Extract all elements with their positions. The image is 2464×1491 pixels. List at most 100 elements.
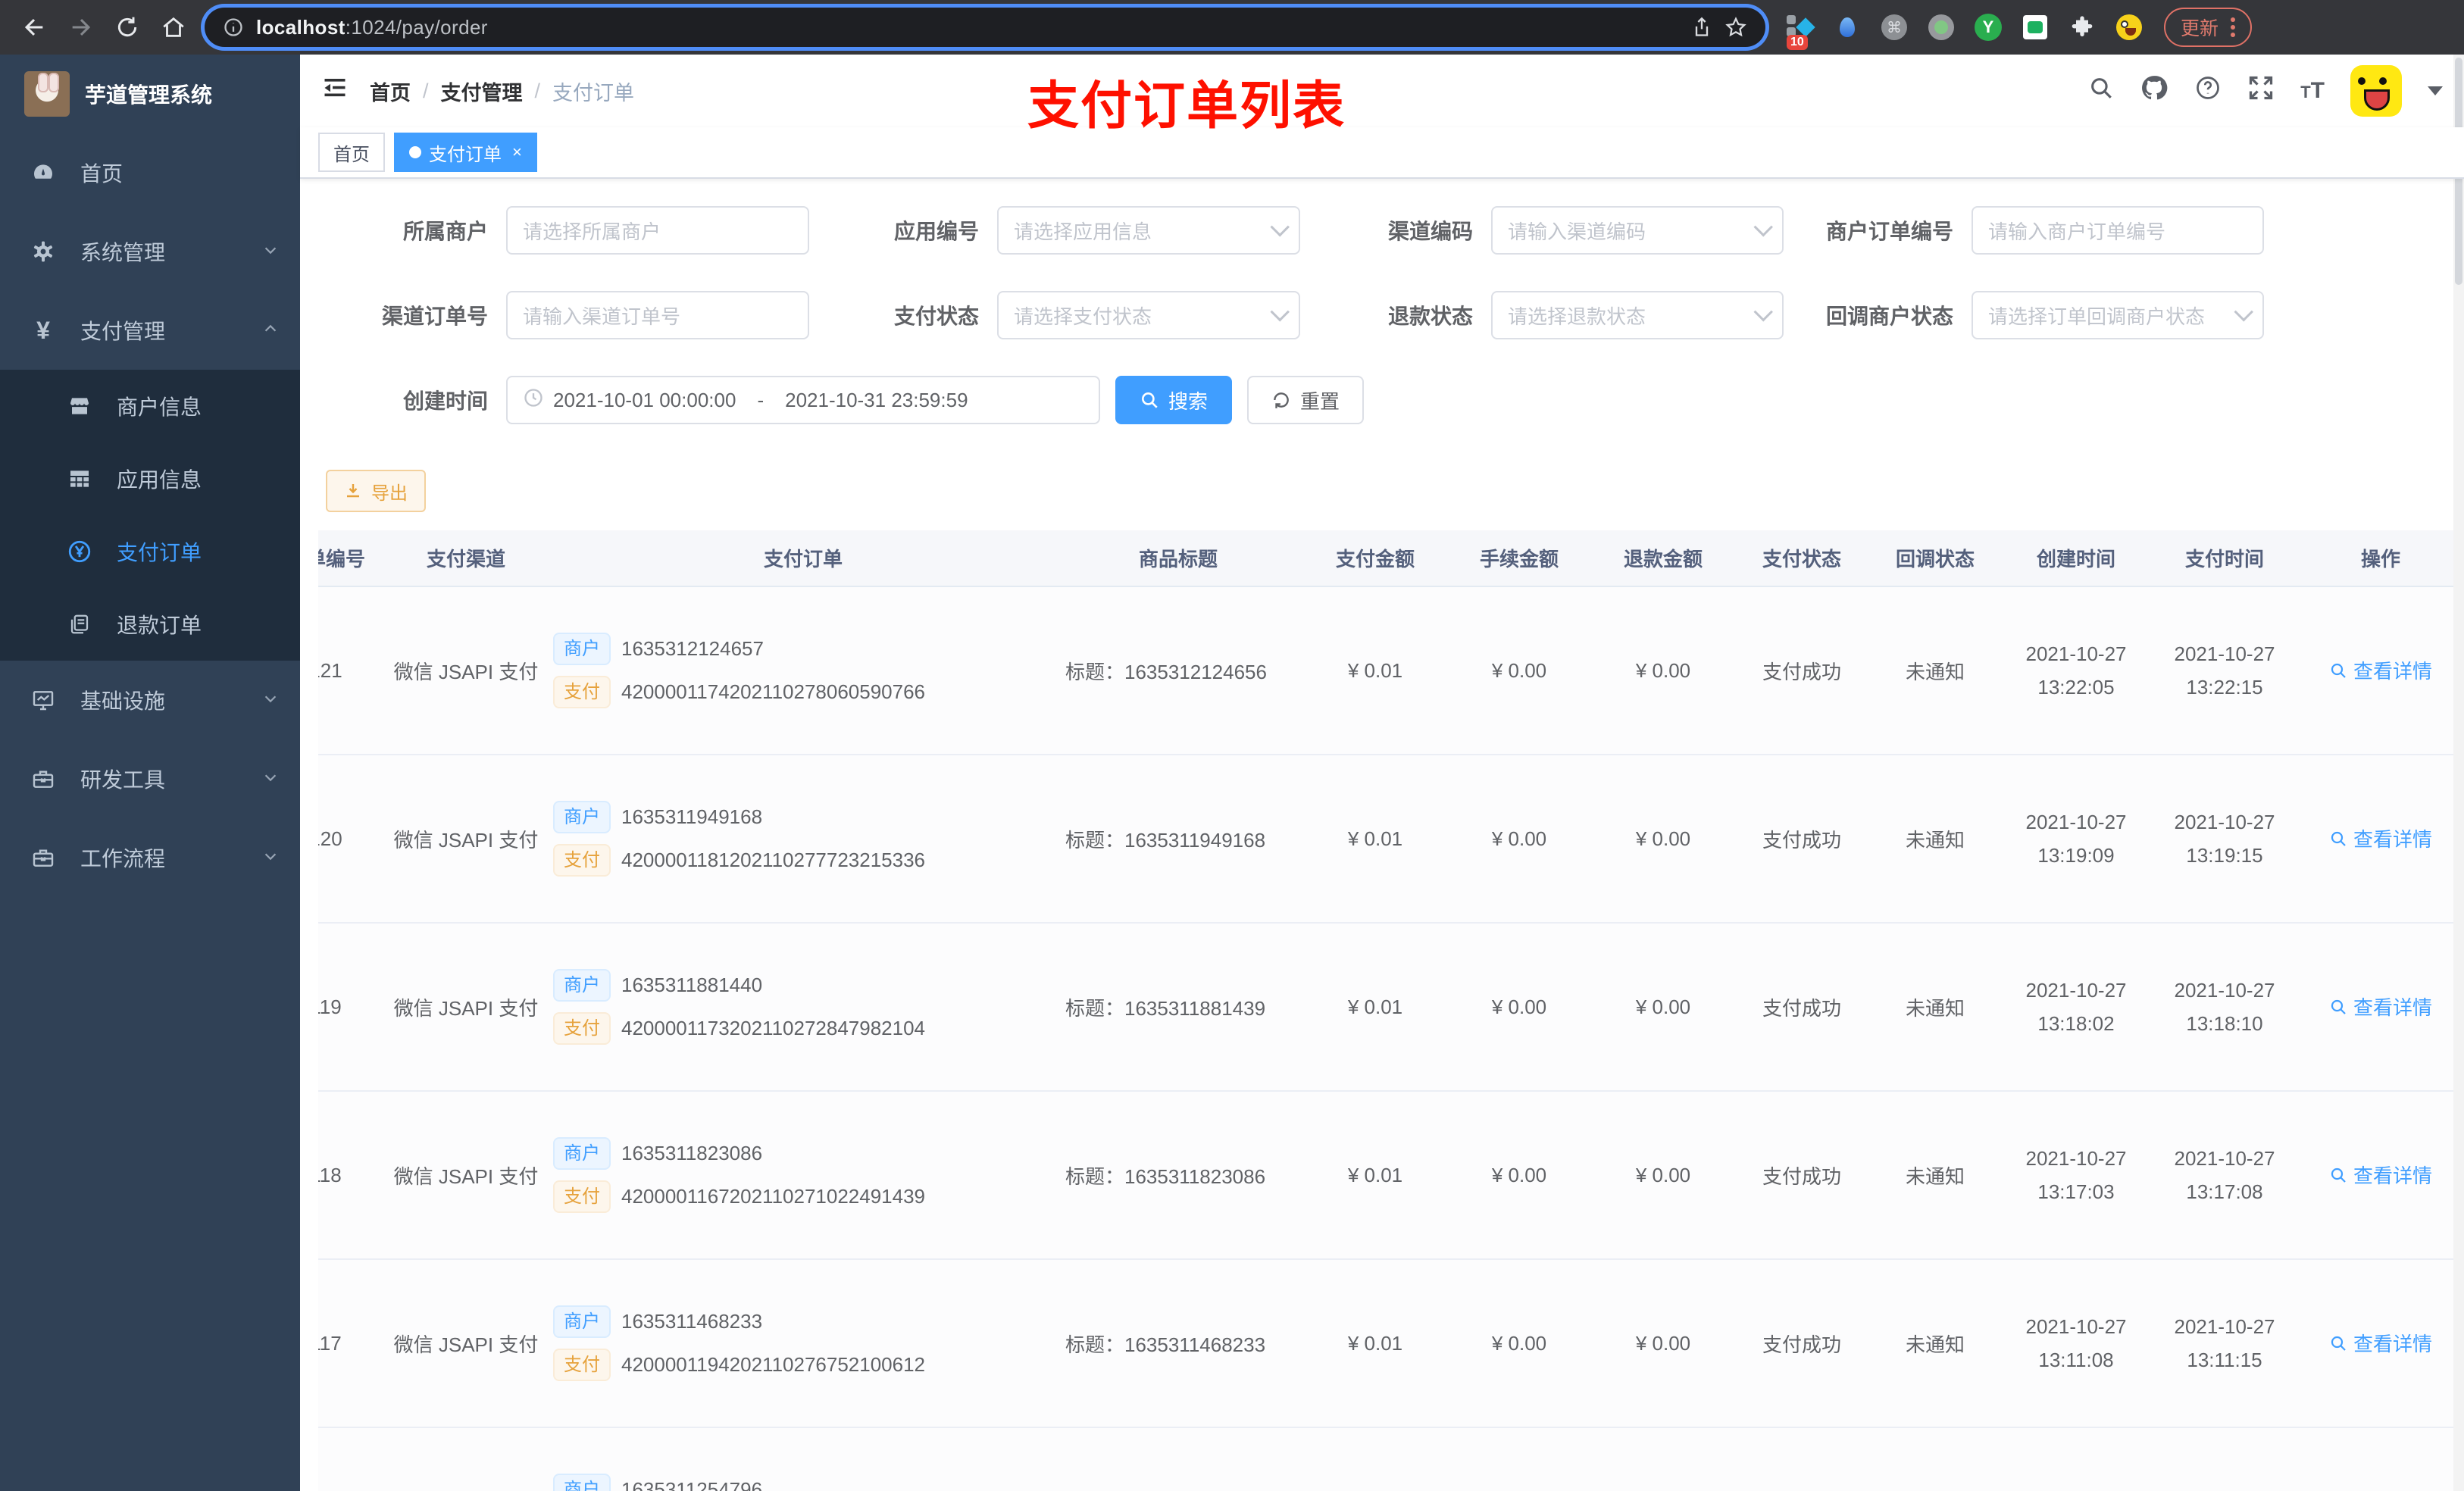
- font-size-icon[interactable]: TT: [2300, 78, 2325, 104]
- cell-channel: 微信 JSAPI 支付: [379, 1259, 553, 1428]
- date-end[interactable]: 2021-10-31 23:59:59: [785, 389, 968, 412]
- merchant-order-no-input[interactable]: 请输入商户订单编号: [1972, 206, 2264, 255]
- filter-label-app: 应用编号: [893, 220, 979, 243]
- view-detail-link[interactable]: 查看详情: [2329, 824, 2432, 852]
- page-scrollbar[interactable]: [2453, 55, 2464, 1491]
- browser-home-button[interactable]: [161, 14, 186, 40]
- sidebar-item-devtools[interactable]: 研发工具: [0, 739, 300, 818]
- extensions-puzzle-icon[interactable]: [2068, 14, 2096, 41]
- cell-amount: ¥ 0.01: [1303, 1259, 1447, 1428]
- browser-menu-icon[interactable]: [2231, 17, 2236, 37]
- extension-chat-icon[interactable]: [2022, 14, 2049, 41]
- cell-actions: 查看详情: [2299, 755, 2462, 924]
- breadcrumb-pay[interactable]: 支付管理: [441, 77, 523, 106]
- sidebar-item-merchant-info[interactable]: 商户信息: [0, 370, 300, 442]
- user-avatar[interactable]: [2350, 65, 2402, 117]
- logo-image: [24, 71, 70, 117]
- sidebar-item-pay-order[interactable]: 支付订单: [0, 515, 300, 588]
- cell-pay-status: 支付成功: [1735, 586, 1868, 755]
- cell-title: 标题：1635311881439: [1053, 923, 1303, 1092]
- col-pay-time: 支付时间: [2150, 530, 2299, 586]
- app-select[interactable]: 请选择应用信息: [997, 206, 1300, 255]
- app-logo[interactable]: 芋道管理系统: [0, 55, 300, 133]
- chevron-down-icon: [1270, 302, 1290, 322]
- channel-order-no-input[interactable]: 请输入渠道订单号: [506, 291, 809, 339]
- tag-close-icon[interactable]: ×: [512, 142, 522, 162]
- cell-refund: ¥ 0.00: [1591, 923, 1735, 1092]
- grid-table-icon: [67, 466, 92, 492]
- annotation-title: 支付订单列表: [1027, 77, 1346, 135]
- toolbox-icon: [30, 766, 56, 792]
- create-time-range-picker[interactable]: 2021-10-01 00:00:00 - 2021-10-31 23:59:5…: [506, 376, 1100, 424]
- cell-pay-time: 2021-10-27 13:22:15: [2150, 586, 2299, 755]
- chevron-down-icon: [262, 846, 279, 870]
- url-text: localhost:1024/pay/order: [256, 15, 488, 39]
- view-detail-link[interactable]: 查看详情: [2329, 992, 2432, 1021]
- cell-pay-order: 商户 1635311949168 支付 4200001181202110277723…: [553, 755, 1053, 924]
- fullscreen-icon[interactable]: [2247, 74, 2275, 108]
- col-channel: 支付渠道: [379, 530, 553, 586]
- col-pay-order: 支付订单: [553, 530, 1053, 586]
- browser-back-button[interactable]: [21, 14, 47, 40]
- sidebar-item-infra[interactable]: 基础设施: [0, 661, 300, 739]
- profile-avatar-icon[interactable]: [2115, 14, 2143, 41]
- merchant-tag: 商户: [553, 1473, 611, 1491]
- extension-tabs-icon[interactable]: 10: [1787, 14, 1815, 50]
- help-icon[interactable]: [2194, 74, 2222, 108]
- sidebar-item-app-info[interactable]: 应用信息: [0, 442, 300, 515]
- dashboard-icon: [30, 160, 56, 186]
- view-detail-link[interactable]: 查看详情: [2329, 1161, 2432, 1189]
- pay-tag: 支付: [553, 844, 611, 877]
- reset-button[interactable]: 重置: [1247, 376, 1365, 424]
- refund-status-select[interactable]: 请选择退款状态: [1491, 291, 1784, 339]
- browser-update-button[interactable]: 更新: [2164, 8, 2253, 47]
- header-search-icon[interactable]: [2088, 75, 2114, 107]
- github-icon[interactable]: [2140, 73, 2169, 108]
- cell-notify-status: 未通知: [1868, 755, 2002, 924]
- cell-pay-time: 2021-10-27 13:18:10: [2150, 923, 2299, 1092]
- view-detail-link[interactable]: 查看详情: [2329, 656, 2432, 684]
- filter-label-create-time: 创建时间: [402, 389, 488, 413]
- sidebar-item-system[interactable]: 系统管理: [0, 212, 300, 291]
- sidebar-item-pay[interactable]: ¥ 支付管理: [0, 291, 300, 370]
- extension-record-icon[interactable]: [1928, 14, 1955, 41]
- merchant-select[interactable]: 请选择所属商户: [506, 206, 809, 255]
- search-button[interactable]: 搜索: [1115, 376, 1233, 424]
- cell-create-time: [2002, 1427, 2150, 1491]
- export-button[interactable]: 导出: [326, 470, 426, 512]
- cell-pay-order: 商户 1635311823086 支付 4200001167202110271022…: [553, 1091, 1053, 1260]
- pay-status-select[interactable]: 请选择支付状态: [997, 291, 1300, 339]
- cell-order-id: 116: [318, 1427, 379, 1491]
- table-row: 118 微信 JSAPI 支付 商户1635311823086 支付420000…: [318, 1091, 2462, 1260]
- cell-amount: ¥ 0.01: [1303, 755, 1447, 924]
- filter-label-refund-status: 退款状态: [1387, 305, 1473, 328]
- view-detail-link[interactable]: 查看详情: [2329, 1329, 2432, 1357]
- user-menu-caret-icon[interactable]: [2428, 86, 2443, 95]
- browser-forward-button[interactable]: [68, 14, 94, 40]
- sidebar-item-refund-order[interactable]: 退款订单: [0, 588, 300, 661]
- breadcrumb-home[interactable]: 首页: [370, 77, 411, 106]
- share-icon[interactable]: [1691, 17, 1712, 38]
- sidebar-item-workflow[interactable]: 工作流程: [0, 818, 300, 897]
- col-fee: 手续金额: [1447, 530, 1591, 586]
- tag-pay-order[interactable]: 支付订单 ×: [394, 133, 537, 172]
- cell-title: 标题：1635311949168: [1053, 755, 1303, 924]
- browser-reload-button[interactable]: [115, 15, 139, 39]
- notify-status-select[interactable]: 请选择订单回调商户状态: [1972, 291, 2264, 339]
- extension-balloon-icon[interactable]: [1834, 14, 1861, 41]
- sidebar-item-home[interactable]: 首页: [0, 133, 300, 212]
- cell-pay-time: [2150, 1427, 2299, 1491]
- extension-y-icon[interactable]: Y: [1975, 14, 2002, 41]
- address-bar[interactable]: localhost:1024/pay/order: [205, 8, 1765, 47]
- col-title: 商品标题: [1053, 530, 1303, 586]
- chevron-down-icon: [2234, 302, 2253, 322]
- site-info-icon[interactable]: [223, 17, 244, 38]
- extension-command-icon[interactable]: ⌘: [1881, 14, 1908, 41]
- date-start[interactable]: 2021-10-01 00:00:00: [553, 389, 736, 412]
- merchant-tag: 商户: [553, 800, 611, 833]
- tag-home[interactable]: 首页: [318, 133, 385, 172]
- bookmark-star-icon[interactable]: [1724, 16, 1747, 39]
- pay-tag: 支付: [553, 1349, 611, 1382]
- sidebar-collapse-icon[interactable]: [321, 74, 349, 108]
- channel-code-select[interactable]: 请输入渠道编码: [1491, 206, 1784, 255]
